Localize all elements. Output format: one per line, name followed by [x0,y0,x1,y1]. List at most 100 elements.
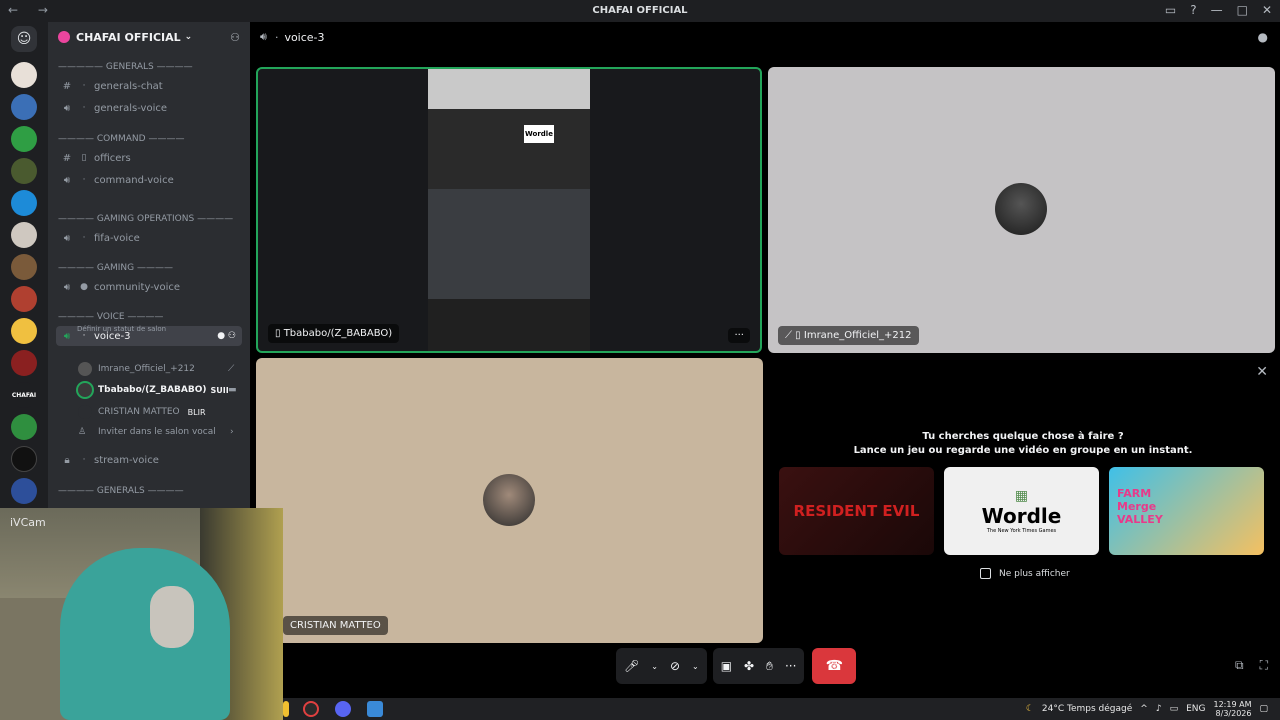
minimize-button[interactable]: — [1211,3,1223,17]
discord-home-icon[interactable]: ☺ [11,26,37,52]
voice-member[interactable]: Tbababo/(Z_BABABO) SUII ▬ [78,383,237,397]
invite-people-icon[interactable]: ⚇ [230,31,240,44]
volume-icon[interactable]: ♪ [1156,704,1162,714]
dont-show-checkbox[interactable]: Ne plus afficher [980,568,1070,579]
chevron-down-icon[interactable]: ⌄ [651,662,658,671]
clock-time: 12:19 AM [1213,700,1252,709]
channel-officers[interactable]: # ▯ officers [56,148,242,168]
title-bar: ← → CHAFAI OFFICIAL ▭ ? — □ ✕ [0,0,1280,22]
activity-card-farm-merge-valley[interactable]: FARM Merge VALLEY [1109,467,1264,555]
screen-share-icon[interactable]: ▣ [721,659,732,673]
category-command[interactable]: ———— COMMAND ———— [58,134,184,144]
webcam-face-mask [150,586,194,648]
channel-generals-voice[interactable]: 🔊︎ · generals-voice [56,98,242,118]
close-icon[interactable]: ✕ [1256,364,1268,380]
system-tray: ☾ 24°C Temps dégagé ^ ♪ ▭ ENG 12:19 AM 8… [1026,700,1268,718]
help-icon[interactable]: ? [1190,3,1196,17]
server-icon[interactable] [11,286,37,312]
activity-group: ▣ ✤ ✋︎ ··· [712,648,805,684]
channel-community-voice[interactable]: 🔊︎ ● community-voice [56,277,242,297]
volume-icon: · [274,30,279,44]
channel-command-voice[interactable]: 🔊︎ · command-voice [56,170,242,190]
video-tile-user[interactable]: ⟋ ▯ Imrane_Officiel_+212 [768,67,1275,353]
language-indicator[interactable]: ENG [1186,704,1205,714]
voice-member[interactable]: Imrane_Officiel_+212 ⟋ [78,362,234,376]
fullscreen-icon[interactable]: ⛶ [1260,658,1268,673]
disconnect-button[interactable]: ☎︎ [812,648,857,684]
chevron-up-icon[interactable]: ^ [1140,704,1148,714]
member-name: Tbababo/(Z_BABABO) [98,385,207,395]
call-controls: 🎤︎ ⌄ ⊘ ⌄ ▣ ✤ ✋︎ ··· ☎︎ [616,648,857,684]
chevron-down-icon: ⌄ [184,32,193,42]
server-icon[interactable] [11,478,37,504]
clock[interactable]: 12:19 AM 8/3/2026 [1214,700,1252,718]
pop-out-icon[interactable]: ⧉ [1235,658,1244,673]
activity-card-wordle[interactable]: ▦ Wordle The New York Times Games [944,467,1099,555]
chat-icon[interactable]: ● [1258,30,1268,44]
server-icon[interactable] [11,446,37,472]
category-gaming-operations[interactable]: ———— GAMING OPERATIONS ———— [58,214,233,224]
hash-icon: # [62,80,72,92]
volume-icon: · [82,233,86,243]
server-icon[interactable] [11,158,37,184]
server-icon-chafai[interactable]: CHAFAI [11,382,37,408]
channel-label: officers [94,152,131,164]
clock-date: 8/3/2026 [1215,709,1252,718]
channel-stream-voice[interactable]: 🔒︎ · stream-voice [56,450,242,470]
checkbox-icon[interactable] [980,568,991,579]
invite-to-voice[interactable]: ♙ Inviter dans le salon vocal › [78,427,234,437]
server-icon[interactable] [11,62,37,88]
streaming-icon: ▬ [228,385,237,395]
webcam-label: iVCam [10,516,46,529]
tile-name-label: ⟋ ▯ Imrane_Officiel_+212 [778,326,919,345]
channel-fifa-voice[interactable]: 🔊︎ · fifa-voice [56,228,242,248]
server-icon[interactable] [11,414,37,440]
taskbar-app-icon[interactable] [367,701,383,717]
voice-member[interactable]: CRISTIAN MATTEO BLIR [78,405,206,419]
category-gaming[interactable]: ———— GAMING ———— [58,263,173,273]
guild-header[interactable]: CHAFAI OFFICIAL ⌄ ⚇ [48,22,250,52]
channel-emoji-icon: · [82,81,86,91]
maximize-button[interactable]: □ [1237,3,1248,17]
hang-up-icon: ☎︎ [825,658,844,674]
notifications-icon[interactable]: ▢ [1259,704,1268,714]
soundboard-icon[interactable]: ✋︎ [766,659,773,674]
server-icon[interactable] [11,318,37,344]
chevron-down-icon[interactable]: ⌄ [692,662,699,671]
taskbar-app-icon[interactable] [303,701,319,717]
channel-status-prompt[interactable]: Définir un statut de salon [77,325,166,333]
taskbar-discord-icon[interactable] [335,701,351,717]
volume-icon: · [82,103,86,113]
network-icon[interactable]: ▭ [1170,704,1179,714]
taskbar-app-icon[interactable] [283,701,289,717]
server-icon[interactable] [11,222,37,248]
server-icon[interactable] [11,350,37,376]
activity-card-resident-evil[interactable]: RESIDENT EVIL [779,467,934,555]
server-icon[interactable] [11,190,37,216]
channel-generals-chat[interactable]: # · generals-chat [56,76,242,96]
microphone-icon[interactable]: 🎤︎ [624,659,639,673]
speaker-icon: 🔊︎ [63,232,71,244]
more-icon[interactable]: ··· [785,659,796,673]
activity-panel: ✕ Tu cherches quelque chose à faire ? La… [770,358,1276,644]
more-options-icon[interactable]: ··· [728,328,750,343]
chevron-right-icon: › [230,427,234,437]
person-add-icon: ♙ [78,427,87,437]
category-voice[interactable]: ———— VOICE ———— [58,312,163,322]
weather-text[interactable]: 24°C Temps dégagé [1042,704,1132,714]
volume-icon: · [82,175,86,185]
dont-show-label: Ne plus afficher [999,568,1070,579]
category-generals[interactable]: ————— GENERALS ———— [58,62,193,72]
activity-subtitle: Lance un jeu ou regarde une vidéo en gro… [853,445,1193,456]
video-tile-stream[interactable]: Wordle ▯ Tbababo/(Z_BABABO) ··· [256,67,762,353]
inbox-icon[interactable]: ▭ [1165,3,1176,17]
close-button[interactable]: ✕ [1262,3,1272,17]
category-generals-2[interactable]: ———— GENERALS ———— [58,486,184,496]
activities-icon[interactable]: ✤ [744,659,754,673]
video-tile-user[interactable]: CRISTIAN MATTEO [256,358,763,643]
chat-add-user-icons[interactable]: ● ⚇ [217,331,236,341]
server-icon[interactable] [11,94,37,120]
server-icon[interactable] [11,126,37,152]
server-icon[interactable] [11,254,37,280]
camera-off-icon[interactable]: ⊘ [670,659,680,673]
